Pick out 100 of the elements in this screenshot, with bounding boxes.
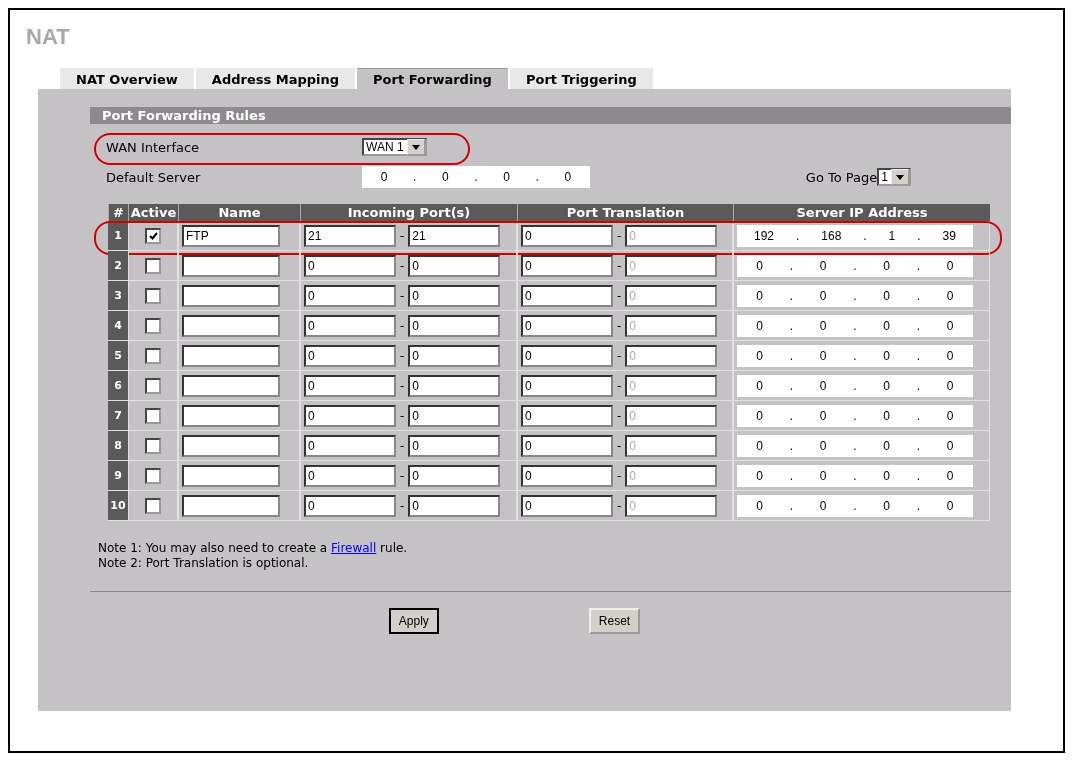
port-input[interactable]: 0 [408,284,501,307]
ip-octet: 0 [946,498,954,513]
port-input[interactable]: 0 [304,284,396,307]
note-text: Note 1: You may also need to create a Firewall rule. [98,541,409,556]
ip-separator: . [789,288,794,303]
ip-address-field[interactable]: 0 . 0 . 0 . 0 [737,344,973,367]
row-number: 8 [108,431,128,461]
range-dash: - [400,288,405,303]
port-input[interactable]: 0 [304,314,396,337]
port-input[interactable]: 0 [521,344,613,367]
ip-octet: 0 [883,498,891,513]
ip-separator: . [853,438,857,453]
name-input[interactable] [182,494,280,517]
column-header: Server IP Address [733,204,990,221]
active-checkbox[interactable] [145,377,161,394]
name-input[interactable] [182,314,280,337]
port-input[interactable]: 21 [304,224,396,247]
port-input[interactable]: 0 [304,344,396,367]
dropdown-arrow-icon [411,144,420,150]
tab[interactable]: Port Forwarding [357,68,508,89]
ip-separator: . [789,408,794,423]
active-checkbox[interactable] [145,287,161,304]
ip-octet: 0 [819,408,827,423]
port-input[interactable]: 0 [521,494,613,517]
name-input[interactable] [182,374,280,397]
port-input[interactable]: 0 [521,284,613,307]
port-input[interactable]: 0 [408,404,501,427]
range-dash: - [400,378,405,393]
range-dash: - [617,288,622,303]
range-dash: - [617,228,622,243]
port-input[interactable]: 0 [521,254,613,277]
note-text: Note 2: Port Translation is optional. [98,556,310,571]
name-input[interactable] [182,284,280,307]
wan-interface-select[interactable]: WAN 1 [362,138,427,156]
action-button[interactable]: Apply [388,608,439,634]
checkmark-icon [148,231,158,240]
active-checkbox[interactable] [145,257,161,274]
port-input[interactable]: 21 [408,224,501,247]
active-checkbox[interactable] [145,347,161,364]
ip-address-field[interactable]: 0 . 0 . 0 . 0 [737,464,973,487]
active-checkbox[interactable] [145,227,161,244]
action-button[interactable]: Reset [588,608,641,634]
port-input[interactable]: 0 [521,314,613,337]
range-dash: - [400,318,405,333]
row-number: 9 [108,461,128,491]
name-input[interactable] [182,464,280,487]
port-input[interactable]: 0 [521,434,613,457]
ip-octet: 0 [883,378,891,393]
name-input[interactable] [182,434,280,457]
field-label: Default Server [106,169,202,185]
name-input[interactable] [182,344,280,367]
active-checkbox[interactable] [145,317,161,334]
port-input[interactable]: 0 [304,374,396,397]
port-input[interactable]: 0 [408,434,501,457]
ip-separator: . [853,468,857,483]
ip-address-field[interactable]: 0 . 0 . 0 . 0 [737,374,973,397]
port-input[interactable]: 0 [521,374,613,397]
tab[interactable]: NAT Overview [60,68,194,89]
port-input[interactable]: 0 [521,404,613,427]
ip-address-field[interactable]: 0 . 0 . 0 . 0 [737,434,973,457]
ip-address-field[interactable]: 0 . 0 . 0 . 0 [737,404,973,427]
ip-octet: 0 [819,258,827,273]
firewall-link[interactable]: Firewall [331,541,377,555]
ip-separator: . [916,288,921,303]
ip-address-field[interactable]: 0 . 0 . 0 . 0 [737,284,973,307]
port-input[interactable]: 0 [304,434,396,457]
port-input[interactable]: 0 [408,314,501,337]
port-input[interactable]: 0 [408,464,501,487]
ip-address-field[interactable]: 0 . 0 . 0 . 0 [362,166,590,188]
ip-address-field[interactable]: 192 . 168 . 1 . 39 [737,224,973,247]
range-dash: - [617,498,622,513]
active-checkbox[interactable] [145,467,161,484]
ip-address-field[interactable]: 0 . 0 . 0 . 0 [737,494,973,517]
port-input[interactable]: 0 [408,494,501,517]
page-title: NAT [25,24,71,50]
port-input[interactable]: 0 [408,254,501,277]
name-input[interactable] [182,254,280,277]
port-input[interactable]: 0 [304,254,396,277]
ip-address-field[interactable]: 0 . 0 . 0 . 0 [737,314,973,337]
active-checkbox[interactable] [145,437,161,454]
ip-separator: . [853,318,857,333]
active-checkbox[interactable] [145,497,161,514]
port-input[interactable]: 0 [408,344,501,367]
name-input[interactable] [182,404,280,427]
tab[interactable]: Address Mapping [195,68,356,89]
ip-address-field[interactable]: 0 . 0 . 0 . 0 [737,254,973,277]
port-input[interactable]: 0 [408,374,501,397]
port-input[interactable]: 0 [304,404,396,427]
tab[interactable]: Port Triggering [509,68,653,89]
ip-octet: 0 [819,468,827,483]
port-input[interactable]: 0 [304,464,396,487]
ip-octet: 0 [946,468,954,483]
name-input[interactable]: FTP [182,224,280,247]
page-select[interactable]: 1 [877,168,911,186]
active-checkbox[interactable] [145,407,161,424]
ip-octet: 0 [946,348,954,363]
port-input[interactable]: 0 [521,224,613,247]
port-input[interactable]: 0 [304,494,396,517]
port-input[interactable]: 0 [521,464,613,487]
ip-octet: 0 [756,408,764,423]
